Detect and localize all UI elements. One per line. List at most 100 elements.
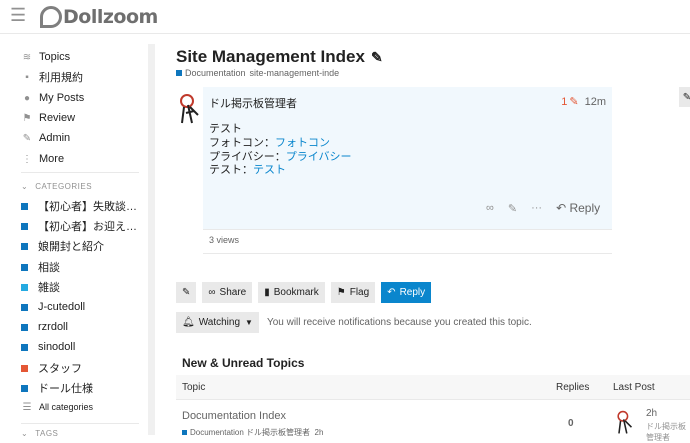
- list-icon: ☰: [22, 401, 32, 413]
- sidebar-category[interactable]: 【初心者】失敗談…: [21, 197, 137, 215]
- sidebar-category[interactable]: 【初心者】お迎え…: [21, 217, 137, 235]
- site-logo[interactable]: Dollzoom: [40, 4, 158, 30]
- pencil-icon[interactable]: ✎: [569, 95, 578, 108]
- post-meta: 1 ✎ 12m: [561, 95, 606, 109]
- sidebar-item-topics[interactable]: ≋ Topics: [21, 48, 70, 66]
- category-label: スタッフ: [38, 363, 82, 375]
- topic-title: Site Management Index ✎: [176, 47, 383, 67]
- topic-category-link[interactable]: Documentation: [185, 68, 246, 78]
- button-label: Flag: [349, 287, 370, 298]
- more-horizontal-icon[interactable]: ···: [531, 202, 542, 214]
- topic-row-author[interactable]: ドル掲示板管理者: [246, 427, 310, 438]
- bell-icon: 🔔︎: [182, 317, 195, 328]
- suggested-topics-heading: New & Unread Topics: [182, 356, 305, 370]
- wrench-icon[interactable]: ✎: [679, 87, 690, 107]
- sidebar-divider: [21, 172, 139, 173]
- post-label: テスト：: [209, 164, 253, 176]
- bookmark-icon: ▮: [264, 287, 270, 298]
- column-header-last-post[interactable]: Last Post: [613, 382, 655, 393]
- sidebar-category[interactable]: 雑談: [21, 278, 60, 296]
- lock-icon: [21, 364, 28, 372]
- reply-label: Reply: [569, 201, 601, 215]
- admin-wrench-button[interactable]: ✎: [176, 282, 197, 303]
- pencil-icon[interactable]: ✎: [508, 202, 517, 215]
- categories-section-header[interactable]: ⌄ CATEGORIES: [21, 182, 92, 191]
- more-vertical-icon: ⋮: [22, 153, 32, 165]
- column-header-topic[interactable]: Topic: [182, 382, 205, 393]
- post-author-name[interactable]: ドル掲示板管理者: [209, 95, 297, 111]
- sidebar-category[interactable]: rzrdoll: [21, 318, 68, 336]
- category-label: 【初心者】失敗談…: [38, 201, 137, 213]
- section-heading: CATEGORIES: [35, 182, 93, 191]
- notification-message: You will receive notifications because y…: [266, 317, 532, 328]
- post-age[interactable]: 12m: [585, 96, 606, 108]
- sidebar-category[interactable]: sinodoll: [21, 338, 75, 356]
- sidebar-item-terms[interactable]: ▪ 利用規約: [21, 68, 83, 86]
- sidebar-category[interactable]: 娘開封と紹介: [21, 237, 104, 255]
- notification-level-dropdown[interactable]: 🔔︎ Watching ▼: [176, 312, 259, 333]
- category-label: ドール仕様: [38, 383, 93, 395]
- topic-category-line: Documentation site-management-inde: [176, 68, 339, 78]
- sidebar-divider: [21, 423, 139, 424]
- notifications-row: 🔔︎ Watching ▼ You will receive notificatio…: [176, 312, 532, 333]
- category-badge: [21, 384, 28, 392]
- topic-row-last-post-age[interactable]: 2h: [646, 408, 657, 419]
- topic-row-category[interactable]: Documentation: [190, 428, 244, 437]
- button-label: Share: [219, 287, 247, 298]
- topic-row-age: 2h: [314, 428, 324, 437]
- topic-row-meta: Documentation ドル掲示板管理者 2h: [182, 427, 323, 438]
- topic-tag[interactable]: site-management-inde: [250, 68, 340, 78]
- share-button[interactable]: ∞ Share: [202, 282, 253, 303]
- bookmark-button[interactable]: ▮ Bookmark: [258, 282, 325, 303]
- logo-text: Dollzoom: [63, 6, 158, 28]
- tags-section-header[interactable]: ⌄ TAGS: [21, 429, 58, 438]
- wrench-icon: ✎: [22, 132, 32, 144]
- column-header-replies[interactable]: Replies: [556, 382, 589, 393]
- edit-count[interactable]: 1: [561, 96, 567, 108]
- sidebar-item-label: All categories: [39, 402, 94, 412]
- button-label: Bookmark: [273, 287, 319, 298]
- sidebar-item-label: More: [39, 153, 65, 165]
- category-badge: [176, 70, 182, 76]
- category-label: 雑談: [38, 282, 60, 294]
- post-divider: [203, 229, 612, 230]
- notification-level-label: Watching: [198, 317, 241, 328]
- sidebar-item-label: Admin: [39, 132, 71, 144]
- reply-button[interactable]: ↶ Reply: [381, 282, 432, 303]
- category-badge: [21, 263, 28, 271]
- reply-icon: ↶: [556, 201, 567, 215]
- post-link-privacy[interactable]: プライバシー: [286, 151, 352, 163]
- topic-row-last-post-user[interactable]: ドル掲示板管理者: [646, 421, 690, 443]
- caret-down-icon: ▼: [245, 318, 253, 327]
- sidebar-item-more[interactable]: ⋮ More: [21, 150, 64, 168]
- category-label: J-cutedoll: [38, 301, 86, 313]
- sidebar-category[interactable]: スタッフ: [21, 359, 82, 377]
- topic-row-title[interactable]: Documentation Index: [182, 410, 286, 422]
- sidebar-item-label: Topics: [39, 51, 71, 63]
- sidebar-all-categories[interactable]: ☰ All categories: [21, 398, 94, 416]
- layers-icon: ≋: [22, 51, 32, 63]
- topic-footer-buttons: ✎ ∞ Share ▮ Bookmark ⚑ Flag ↶ Reply: [176, 282, 432, 303]
- category-label: rzrdoll: [38, 321, 68, 333]
- post-link-test[interactable]: テスト: [253, 164, 286, 176]
- sidebar-category[interactable]: ドール仕様: [21, 379, 93, 397]
- category-label: 相談: [38, 262, 60, 274]
- sidebar-item-review[interactable]: ⚑ Review: [21, 109, 76, 127]
- sidebar-item-my-posts[interactable]: ● My Posts: [21, 89, 84, 107]
- sidebar-scrollbar[interactable]: [148, 44, 155, 435]
- category-badge: [21, 242, 28, 250]
- category-label: sinodoll: [38, 341, 76, 353]
- link-icon[interactable]: ∞: [486, 202, 494, 214]
- avatar[interactable]: [178, 93, 204, 125]
- avatar[interactable]: [615, 410, 637, 435]
- sidebar-category[interactable]: 相談: [21, 258, 60, 276]
- sidebar-item-admin[interactable]: ✎ Admin: [21, 129, 70, 147]
- category-label: 【初心者】お迎え…: [38, 221, 137, 233]
- sidebar-category[interactable]: J-cutedoll: [21, 298, 85, 316]
- hamburger-menu-icon[interactable]: ☰: [10, 6, 26, 24]
- post-text-line: テスト：テスト: [209, 161, 286, 177]
- post-reply-button[interactable]: ↶ Reply: [556, 201, 600, 215]
- edit-pencil-icon[interactable]: ✎: [371, 49, 383, 66]
- logo-mark: [40, 6, 62, 28]
- flag-button[interactable]: ⚑ Flag: [330, 282, 376, 303]
